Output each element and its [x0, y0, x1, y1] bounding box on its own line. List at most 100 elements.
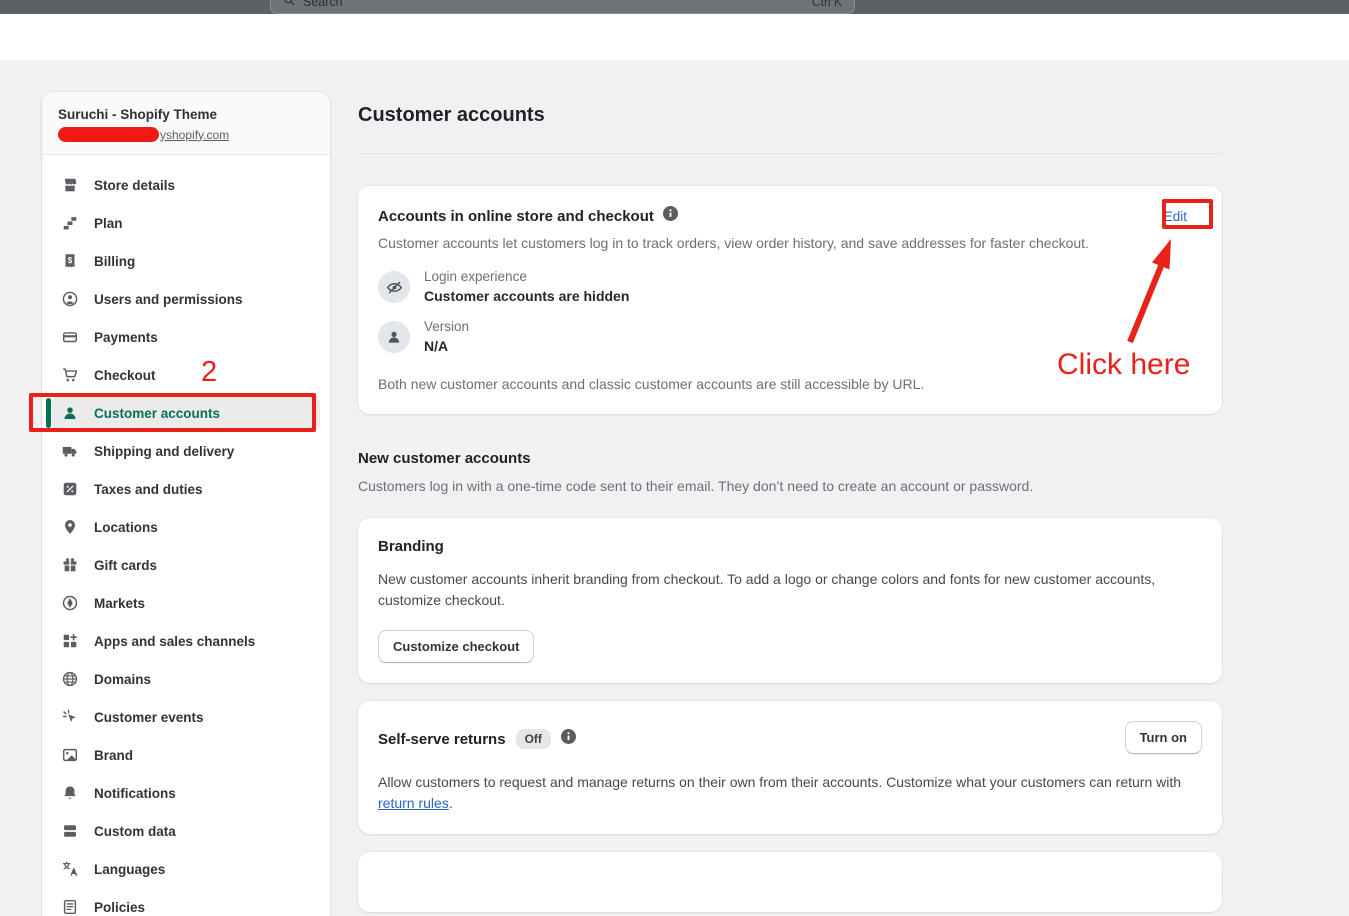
edit-button[interactable]: Edit: [1164, 209, 1202, 224]
settings-nav: Store details Plan $ Billing Users and permi…: [42, 155, 330, 916]
sidebar-item-label: Gift cards: [94, 558, 157, 573]
page-title: Customer accounts: [358, 101, 1222, 129]
search-shortcut-hint: Ctrl K: [812, 0, 842, 9]
sidebar-item-label: Brand: [94, 748, 133, 763]
search-placeholder: Search: [303, 0, 343, 9]
main-content: Customer accounts Accounts in online sto…: [358, 92, 1222, 912]
markets-icon: [60, 593, 80, 613]
sidebar-item-label: Apps and sales channels: [94, 634, 255, 649]
sidebar-item-label: Customer events: [94, 710, 204, 725]
domains-icon: [60, 669, 80, 689]
sidebar-item-payments[interactable]: Payments: [52, 318, 320, 356]
store-domain-row: yshopify.com: [58, 127, 314, 142]
sidebar-item-notifications[interactable]: Notifications: [52, 774, 320, 812]
version-label: Version: [424, 318, 469, 335]
sidebar-item-label: Users and permissions: [94, 292, 243, 307]
sidebar-item-markets[interactable]: Markets: [52, 584, 320, 622]
info-icon[interactable]: [663, 206, 678, 226]
branding-card-title: Branding: [378, 538, 1202, 555]
global-search-input[interactable]: Search Ctrl K: [270, 0, 855, 14]
sidebar-item-plan[interactable]: Plan: [52, 204, 320, 242]
sidebar-item-label: Billing: [94, 254, 135, 269]
login-experience-value: Customer accounts are hidden: [424, 287, 629, 306]
customer-events-icon: [60, 707, 80, 727]
customize-checkout-button[interactable]: Customize checkout: [378, 630, 534, 663]
sidebar-item-store-details[interactable]: Store details: [52, 166, 320, 204]
svg-text:$: $: [68, 256, 73, 265]
users-and-permissions-icon: [60, 289, 80, 309]
sidebar-item-customer-events[interactable]: Customer events: [52, 698, 320, 736]
sidebar-item-label: Customer accounts: [94, 406, 220, 421]
shipping-and-delivery-icon: [60, 441, 80, 461]
brand-icon: [60, 745, 80, 765]
accounts-card: Accounts in online store and checkout Ed…: [358, 186, 1222, 414]
sidebar-item-checkout[interactable]: Checkout: [52, 356, 320, 394]
gift-cards-icon: [60, 555, 80, 575]
billing-icon: $: [60, 251, 80, 271]
accounts-card-description: Customer accounts let customers log in t…: [378, 233, 1202, 253]
info-icon[interactable]: [561, 729, 576, 749]
eye-slash-icon: [378, 271, 410, 303]
store-domain-link[interactable]: yshopify.com: [160, 128, 229, 142]
sidebar-item-label: Languages: [94, 862, 165, 877]
sidebar-item-locations[interactable]: Locations: [52, 508, 320, 546]
sidebar-item-label: Custom data: [94, 824, 176, 839]
sidebar-item-users-and-permissions[interactable]: Users and permissions: [52, 280, 320, 318]
sidebar-item-domains[interactable]: Domains: [52, 660, 320, 698]
person-icon: [378, 321, 410, 353]
sidebar-item-gift-cards[interactable]: Gift cards: [52, 546, 320, 584]
shopify-settings-screen: Search Ctrl K Suruchi - Shopify Theme ys…: [0, 0, 1349, 916]
custom-data-icon: [60, 821, 80, 841]
turn-on-button[interactable]: Turn on: [1125, 721, 1202, 754]
partially-visible-card: [358, 852, 1222, 912]
login-experience-row: Login experience Customer accounts are h…: [378, 268, 1202, 306]
returns-card-description: Allow customers to request and manage re…: [378, 772, 1188, 814]
returns-description-period: .: [449, 795, 453, 811]
new-accounts-section-title: New customer accounts: [358, 450, 1222, 467]
sidebar-item-custom-data[interactable]: Custom data: [52, 812, 320, 850]
sidebar-item-label: Notifications: [94, 786, 176, 801]
taxes-and-duties-icon: [60, 479, 80, 499]
locations-icon: [60, 517, 80, 537]
sidebar-item-brand[interactable]: Brand: [52, 736, 320, 774]
redaction-scribble: [58, 127, 159, 142]
version-row: Version N/A: [378, 318, 1202, 356]
sidebar-item-policies[interactable]: Policies: [52, 888, 320, 916]
languages-icon: [60, 859, 80, 879]
topbar: Search Ctrl K: [0, 0, 1349, 14]
policies-icon: [60, 897, 80, 916]
new-accounts-section-description: Customers log in with a one-time code se…: [358, 476, 1222, 496]
notifications-icon: [60, 783, 80, 803]
sidebar-item-label: Plan: [94, 216, 123, 231]
sidebar-item-label: Checkout: [94, 368, 156, 383]
sidebar-item-label: Locations: [94, 520, 158, 535]
sidebar-item-languages[interactable]: Languages: [52, 850, 320, 888]
store-name: Suruchi - Shopify Theme: [58, 107, 314, 122]
checkout-icon: [60, 365, 80, 385]
branding-card: Branding New customer accounts inherit b…: [358, 518, 1222, 683]
sidebar-item-shipping-and-delivery[interactable]: Shipping and delivery: [52, 432, 320, 470]
sidebar-item-taxes-and-duties[interactable]: Taxes and duties: [52, 470, 320, 508]
store-header: Suruchi - Shopify Theme yshopify.com: [42, 92, 330, 155]
version-value: N/A: [424, 337, 469, 356]
title-divider: [358, 153, 1222, 154]
branding-card-description: New customer accounts inherit branding f…: [378, 569, 1202, 611]
accounts-card-footnote: Both new customer accounts and classic c…: [378, 374, 1202, 394]
search-icon: [283, 0, 295, 11]
sidebar-item-billing[interactable]: $ Billing: [52, 242, 320, 280]
sidebar-item-customer-accounts[interactable]: Customer accounts: [52, 394, 320, 432]
sidebar-item-label: Policies: [94, 900, 145, 915]
accounts-card-title: Accounts in online store and checkout: [378, 208, 654, 225]
return-rules-link[interactable]: return rules: [378, 795, 449, 811]
settings-sidebar: Suruchi - Shopify Theme yshopify.com Sto…: [42, 92, 330, 916]
status-badge: Off: [516, 729, 551, 749]
payments-icon: [60, 327, 80, 347]
sidebar-item-label: Shipping and delivery: [94, 444, 234, 459]
sidebar-item-label: Markets: [94, 596, 145, 611]
sidebar-item-label: Domains: [94, 672, 151, 687]
self-serve-returns-card: Self-serve returns Off Turn on Allow cus…: [358, 701, 1222, 834]
login-experience-label: Login experience: [424, 268, 629, 285]
returns-card-title: Self-serve returns: [378, 731, 506, 748]
sidebar-item-label: Taxes and duties: [94, 482, 203, 497]
sidebar-item-apps-and-sales-channels[interactable]: Apps and sales channels: [52, 622, 320, 660]
